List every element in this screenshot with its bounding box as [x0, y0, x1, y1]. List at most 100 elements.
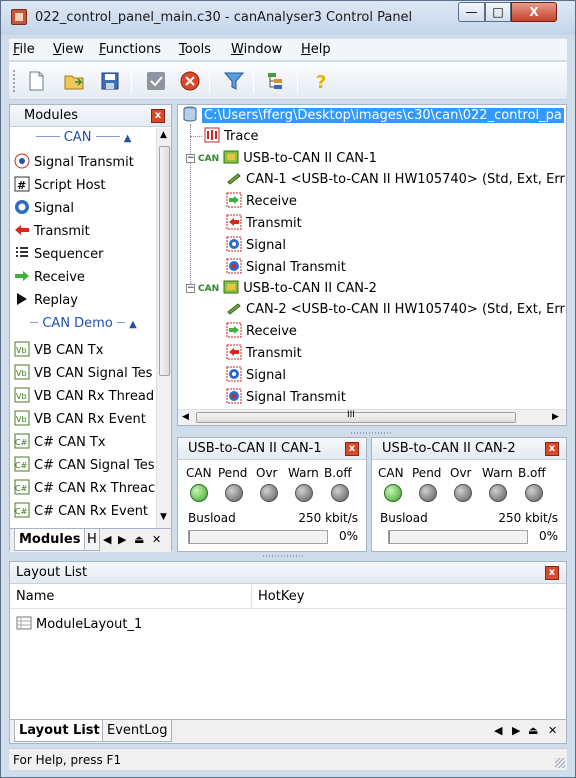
list-item[interactable]: ModuleLayout_1	[16, 615, 142, 635]
tree-transmit-1[interactable]: Transmit	[226, 214, 302, 234]
module-csharp-can-tx[interactable]: C# C# CAN Tx	[14, 433, 106, 453]
close-icon[interactable]: x	[151, 109, 165, 123]
svg-text:?: ?	[316, 72, 326, 92]
module-vb-can-rx-thread[interactable]: Vb VB CAN Rx Thread	[14, 387, 154, 407]
svg-text:Vb: Vb	[16, 392, 27, 401]
close-icon[interactable]: x	[545, 442, 559, 456]
device-status-title: USB-to-CAN II CAN-1	[188, 441, 322, 456]
close-icon[interactable]: ✕	[548, 724, 557, 737]
close-button[interactable]: X	[511, 2, 557, 22]
module-transmit[interactable]: Transmit	[14, 222, 90, 242]
module-group-can[interactable]: CAN ▲	[10, 130, 157, 150]
chevron-right-icon[interactable]: ▶	[552, 412, 559, 422]
module-vb-can-rx-event[interactable]: Vb VB CAN Rx Event	[14, 410, 146, 430]
module-signal-transmit[interactable]: Signal Transmit	[14, 153, 134, 173]
menu-file[interactable]: File	[13, 42, 35, 57]
tab-prev-icon[interactable]: ◀	[103, 533, 111, 546]
module-vb-can-tx[interactable]: Vb VB CAN Tx	[14, 341, 103, 361]
tree-channel-can2[interactable]: CAN-2 <USB-to-CAN II HW105740> (Std, Ext…	[226, 300, 565, 320]
chevron-up-icon[interactable]: ▲	[124, 133, 132, 144]
modules-scrollbar[interactable]: ▲ ▼	[156, 128, 171, 528]
module-csharp-can-rx-event[interactable]: C# C# CAN Rx Event	[14, 502, 148, 522]
led-pend	[225, 484, 243, 502]
chevron-up-icon[interactable]: ▲	[129, 319, 137, 330]
close-icon[interactable]: x	[345, 442, 359, 456]
chevron-down-icon[interactable]: ▼	[160, 512, 167, 522]
tab-hidden[interactable]: H	[84, 529, 100, 551]
tree-line	[190, 124, 191, 286]
menu-tools[interactable]: Tools	[179, 42, 211, 57]
help-icon[interactable]: ?	[311, 70, 333, 93]
tree-receive-2[interactable]: Receive	[226, 322, 297, 342]
new-file-icon[interactable]	[25, 70, 47, 92]
maximize-button[interactable]: □	[485, 2, 511, 22]
tree-trace[interactable]: Trace	[204, 127, 259, 147]
resize-grip[interactable]	[555, 758, 565, 768]
modules-panel-title: Modules	[24, 108, 79, 123]
module-vb-can-signal-test[interactable]: Vb VB CAN Signal Tes	[14, 364, 152, 384]
module-csharp-can-rx-thread[interactable]: C# C# CAN Rx Threac	[14, 479, 155, 499]
toolbar-grip[interactable]	[13, 70, 16, 92]
app-icon	[11, 9, 27, 25]
module-sequencer[interactable]: Sequencer	[14, 245, 103, 265]
module-signal[interactable]: Signal	[14, 199, 74, 219]
tree-icon[interactable]	[265, 70, 287, 92]
led-boff	[331, 484, 349, 502]
receive-icon	[14, 268, 30, 284]
tree-receive-1[interactable]: Receive	[226, 192, 297, 212]
led-label-can: CAN	[378, 466, 404, 480]
tab-eventlog[interactable]: EventLog	[102, 720, 173, 742]
tree-signal-transmit-2[interactable]: Signal Transmit	[226, 388, 346, 408]
layout-list-panel: Layout List x Name HotKey ModuleLayout_1…	[9, 561, 567, 744]
save-icon[interactable]	[99, 70, 121, 92]
configuration-tree: C:\Users\fferg\Desktop\images\c30\can\02…	[177, 104, 567, 426]
column-header-name[interactable]: Name	[10, 585, 252, 609]
led-warn	[489, 484, 507, 502]
menu-view[interactable]: View	[53, 42, 84, 57]
splitter-grip[interactable]	[263, 555, 303, 557]
tree-signal-transmit-1[interactable]: Signal Transmit	[226, 258, 346, 278]
scrollbar-thumb[interactable]	[159, 146, 170, 376]
tab-layout-list[interactable]: Layout List	[14, 720, 105, 742]
tab-modules[interactable]: Modules	[14, 529, 86, 551]
splitter-grip[interactable]	[351, 432, 391, 434]
module-receive[interactable]: Receive	[14, 268, 85, 288]
tab-next-icon[interactable]: ▶	[118, 533, 126, 546]
vb-icon: Vb	[14, 341, 30, 357]
busload-fill	[389, 531, 391, 543]
tree-hscrollbar[interactable]: ◀ III ▶	[178, 409, 566, 425]
tree-transmit-2[interactable]: Transmit	[226, 344, 302, 364]
menu-functions[interactable]: Functions	[99, 42, 161, 57]
open-folder-icon[interactable]	[63, 70, 85, 92]
stop-icon[interactable]	[179, 70, 201, 92]
menu-window[interactable]: Window	[231, 42, 282, 57]
menu-help[interactable]: Help	[301, 42, 331, 57]
tab-next-icon[interactable]: ▶	[512, 724, 520, 737]
busload-bar	[188, 530, 328, 544]
minimize-button[interactable]: —	[458, 2, 485, 22]
chevron-left-icon[interactable]: ◀	[182, 412, 189, 422]
eject-icon[interactable]: ⏏	[528, 724, 538, 737]
tree-signal-2[interactable]: Signal	[226, 366, 286, 386]
scrollbar-thumb[interactable]: III	[196, 410, 516, 423]
filter-icon[interactable]	[223, 70, 245, 92]
close-icon[interactable]: x	[545, 566, 559, 580]
tree-device-can2[interactable]: CAN USB-to-CAN II CAN-2	[198, 279, 377, 299]
column-header-hotkey[interactable]: HotKey	[252, 585, 566, 609]
checkmark-icon[interactable]	[145, 70, 167, 92]
close-icon[interactable]: ✕	[152, 533, 161, 546]
tree-device-can1[interactable]: CAN USB-to-CAN II CAN-1	[198, 149, 377, 169]
chevron-up-icon[interactable]: ▲	[160, 130, 167, 140]
tree-channel-can1[interactable]: CAN-1 <USB-to-CAN II HW105740> (Std, Ext…	[226, 170, 565, 190]
module-script-host[interactable]: # Script Host	[14, 176, 105, 196]
title-bar[interactable]: 022_control_panel_main.c30 - canAnalyser…	[1, 1, 575, 35]
module-group-can-demo[interactable]: CAN Demo ▲	[10, 316, 157, 336]
tab-prev-icon[interactable]: ◀	[494, 724, 502, 737]
collapse-icon[interactable]: −	[186, 284, 195, 293]
collapse-icon[interactable]: −	[186, 154, 195, 163]
tree-signal-1[interactable]: Signal	[226, 236, 286, 256]
eject-icon[interactable]: ⏏	[134, 533, 144, 546]
tree-root[interactable]: C:\Users\fferg\Desktop\images\c30\can\02…	[182, 106, 564, 126]
module-csharp-can-signal-test[interactable]: C# C# CAN Signal Tes	[14, 456, 155, 476]
module-replay[interactable]: Replay	[14, 291, 78, 311]
